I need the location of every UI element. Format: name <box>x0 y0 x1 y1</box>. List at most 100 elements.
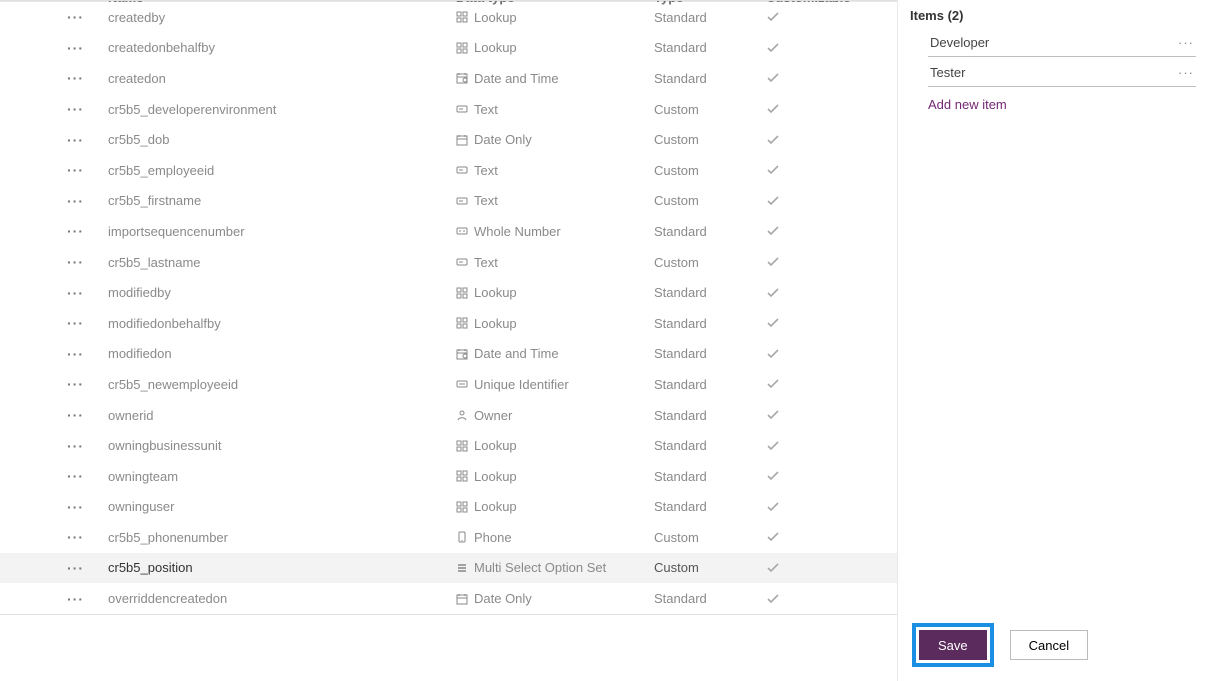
check-icon <box>766 255 780 269</box>
row-actions-menu[interactable]: ··· <box>67 286 84 300</box>
row-actions-menu[interactable]: ··· <box>67 41 84 55</box>
field-datatype: Lookup <box>456 499 654 514</box>
field-row[interactable]: ···modifiedonDate and TimeStandard <box>0 339 897 370</box>
check-icon <box>766 592 780 606</box>
check-icon <box>766 500 780 514</box>
field-customizable <box>766 41 876 55</box>
field-type: Standard <box>654 285 766 300</box>
field-type: Standard <box>654 40 766 55</box>
row-actions-menu[interactable]: ··· <box>67 163 84 177</box>
field-name: cr5b5_lastname <box>108 255 456 270</box>
field-type: Standard <box>654 469 766 484</box>
column-header-customizable[interactable]: Customizable <box>766 0 876 5</box>
field-name: cr5b5_employeeid <box>108 163 456 178</box>
row-actions-menu[interactable]: ··· <box>67 194 84 208</box>
column-header-name[interactable]: Name <box>108 0 456 5</box>
cancel-button[interactable]: Cancel <box>1010 630 1088 660</box>
column-header-type[interactable]: Type <box>654 0 766 5</box>
field-type: Standard <box>654 71 766 86</box>
field-type: Standard <box>654 316 766 331</box>
row-actions-menu[interactable]: ··· <box>67 469 84 483</box>
row-actions-menu[interactable]: ··· <box>67 224 84 238</box>
check-icon <box>766 286 780 300</box>
field-customizable <box>766 469 876 483</box>
field-row[interactable]: ···owneridOwnerStandard <box>0 400 897 431</box>
save-button[interactable]: Save <box>919 630 987 660</box>
check-icon <box>766 102 780 116</box>
field-customizable <box>766 500 876 514</box>
check-icon <box>766 71 780 85</box>
date-icon <box>456 593 468 605</box>
field-datatype: Owner <box>456 408 654 423</box>
uid-icon <box>456 378 468 390</box>
field-row[interactable]: ···cr5b5_developerenvironmentTextCustom <box>0 94 897 125</box>
field-row[interactable]: ··· modifiedbyLookupStandard <box>0 277 897 308</box>
field-row[interactable]: ···owningteamLookupStandard <box>0 461 897 492</box>
field-type: Standard <box>654 346 766 361</box>
row-actions-menu[interactable]: ··· <box>67 347 84 361</box>
row-actions-menu[interactable]: ··· <box>67 500 84 514</box>
field-customizable <box>766 439 876 453</box>
optionset-item-label: Developer <box>930 35 989 50</box>
field-datatype: Lookup <box>456 40 654 55</box>
field-customizable <box>766 163 876 177</box>
item-actions-menu[interactable]: ··· <box>1178 65 1194 80</box>
row-actions-menu[interactable]: ··· <box>67 133 84 147</box>
check-icon <box>766 561 780 575</box>
row-actions-menu[interactable]: ··· <box>67 102 84 116</box>
field-row[interactable]: ···modifiedonbehalfbyLookupStandard <box>0 308 897 339</box>
row-actions-menu[interactable]: ··· <box>67 377 84 391</box>
row-actions-menu[interactable]: ··· <box>67 408 84 422</box>
number-icon <box>456 225 468 237</box>
field-type: Standard <box>654 408 766 423</box>
field-row[interactable]: ···owningbusinessunitLookupStandard <box>0 430 897 461</box>
field-row[interactable]: ···importsequencenumberWhole NumberStand… <box>0 216 897 247</box>
field-row[interactable]: ···overriddencreatedonDate OnlyStandard <box>0 583 897 614</box>
add-new-item-link[interactable]: Add new item <box>928 97 1196 112</box>
field-row[interactable]: ···createdonbehalfbyLookupStandard <box>0 33 897 64</box>
field-customizable <box>766 377 876 391</box>
field-name: modifiedon <box>108 346 456 361</box>
field-name: cr5b5_firstname <box>108 193 456 208</box>
field-row[interactable]: ···owninguserLookupStandard <box>0 492 897 523</box>
field-datatype: Lookup <box>456 316 654 331</box>
row-actions-menu[interactable]: ··· <box>67 255 84 269</box>
field-name: createdon <box>108 71 456 86</box>
item-actions-menu[interactable]: ··· <box>1178 35 1194 50</box>
field-row[interactable]: ···cr5b5_firstnameTextCustom <box>0 186 897 217</box>
row-actions-menu[interactable]: ··· <box>67 592 84 606</box>
panel-title: Items (2) <box>910 8 1196 23</box>
row-actions-menu[interactable]: ··· <box>67 561 84 575</box>
field-customizable <box>766 286 876 300</box>
field-datatype: Phone <box>456 530 654 545</box>
field-datatype: Text <box>456 193 654 208</box>
lookup-icon <box>456 317 468 329</box>
row-actions-menu[interactable]: ··· <box>67 439 84 453</box>
field-row[interactable]: ···cr5b5_dobDate OnlyCustom <box>0 124 897 155</box>
optionset-item[interactable]: Developer ··· <box>928 29 1196 57</box>
field-name: modifiedby <box>108 285 456 300</box>
field-datatype: Date Only <box>456 132 654 147</box>
field-row[interactable]: ···cr5b5_newemployeeidUnique IdentifierS… <box>0 369 897 400</box>
text-icon <box>456 256 468 268</box>
field-customizable <box>766 224 876 238</box>
field-customizable <box>766 561 876 575</box>
field-row[interactable]: ···cr5b5_positionMulti Select Option Set… <box>0 553 897 584</box>
field-row[interactable]: ···cr5b5_employeeidTextCustom <box>0 155 897 186</box>
field-datatype: Lookup <box>456 285 654 300</box>
field-row[interactable]: ···cr5b5_phonenumberPhoneCustom <box>0 522 897 553</box>
save-button-highlight: Save <box>912 623 994 667</box>
field-row[interactable]: ···cr5b5_lastnameTextCustom <box>0 247 897 278</box>
field-datatype: Unique Identifier <box>456 377 654 392</box>
optionset-item[interactable]: Tester ··· <box>928 59 1196 87</box>
optionset-item-label: Tester <box>930 65 965 80</box>
row-actions-menu[interactable]: ··· <box>67 71 84 85</box>
field-row[interactable]: ··· createdonDate and TimeStandard <box>0 63 897 94</box>
check-icon <box>766 408 780 422</box>
field-customizable <box>766 71 876 85</box>
row-actions-menu[interactable]: ··· <box>67 530 84 544</box>
row-actions-menu[interactable]: ··· <box>67 316 84 330</box>
field-datatype: Date and Time <box>456 71 654 86</box>
column-header-datatype[interactable]: Data type <box>456 0 654 5</box>
lookup-icon <box>456 42 468 54</box>
